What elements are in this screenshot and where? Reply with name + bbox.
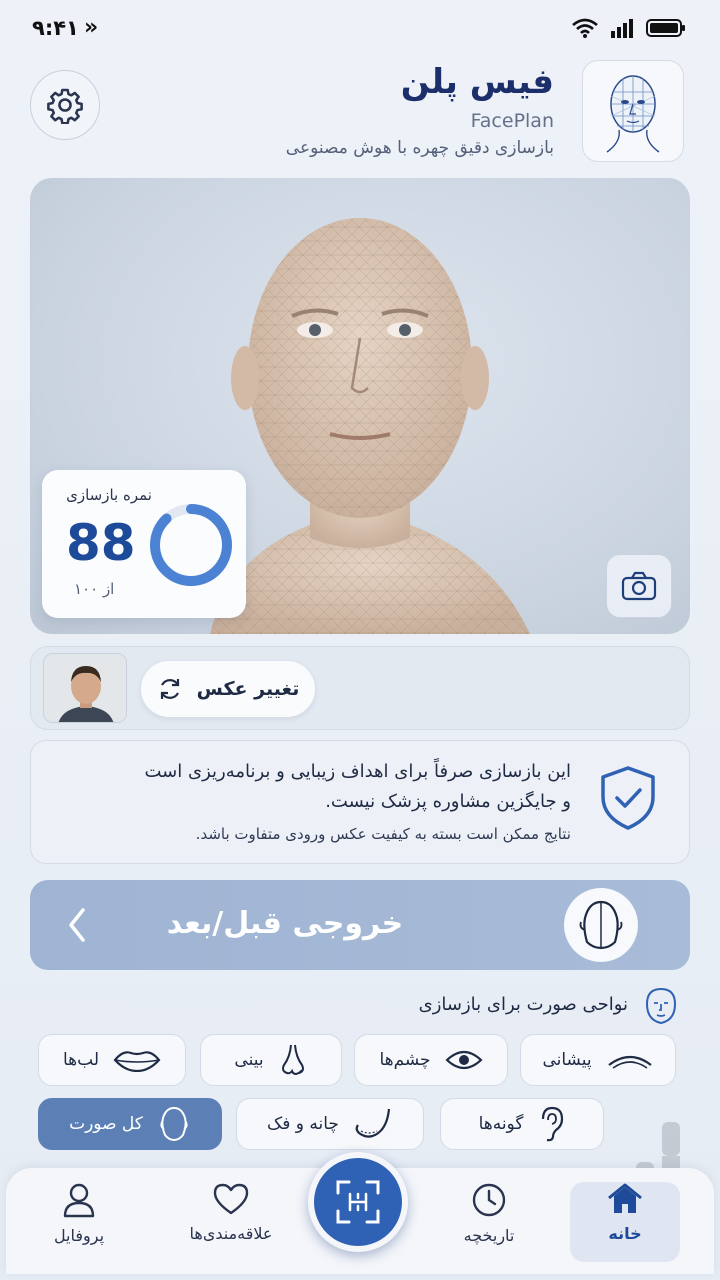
eye-icon	[444, 1050, 483, 1070]
app-title: فیس پلن	[400, 62, 554, 102]
regions-title: نواحی صورت برای بازسازی	[418, 994, 628, 1015]
nav-history-label: تاریخچه	[463, 1226, 515, 1245]
wifi-icon	[572, 18, 598, 38]
settings-button[interactable]	[30, 70, 100, 140]
status-bar: ۹:۴۱ »	[0, 0, 720, 60]
disclaimer-card: این بازسازی صرفاً برای اهداف زیبایی و بر…	[30, 740, 690, 864]
face-mesh-logo-icon	[606, 75, 660, 153]
region-chip-forehead[interactable]: پیشانی	[520, 1034, 676, 1086]
score-out-of: از ۱۰۰	[74, 580, 115, 598]
region-chip-nose[interactable]: بینی	[200, 1034, 342, 1086]
status-time: ۹:۴۱	[32, 16, 79, 40]
status-forward-icon: »	[84, 15, 99, 40]
face-outline-icon	[160, 1106, 188, 1142]
change-photo-button[interactable]: تغییر عکس	[141, 661, 315, 717]
region-chip-full-face[interactable]: کل صورت	[38, 1098, 222, 1150]
disclaimer-line-2: و جایگزین مشاوره پزشک نیست.	[325, 791, 571, 812]
score-card: نمره بازسازی 88 از ۱۰۰	[42, 470, 246, 618]
region-chip-chin-jaw[interactable]: چانه و فک	[236, 1098, 424, 1150]
nav-home-label: خانه	[608, 1224, 642, 1243]
region-chip-label: بینی	[234, 1050, 264, 1070]
face-outline-icon	[645, 987, 677, 1025]
avatar-photo	[44, 654, 126, 722]
shield-check-icon	[601, 766, 655, 830]
nav-profile[interactable]: پروفایل	[24, 1182, 134, 1262]
gear-icon	[47, 88, 83, 124]
uploaded-photo-thumbnail[interactable]	[43, 653, 127, 723]
region-chip-eyes[interactable]: چشم‌ها	[354, 1034, 508, 1086]
disclaimer-line-1: این بازسازی صرفاً برای اهداف زیبایی و بر…	[144, 761, 572, 782]
battery-icon	[646, 19, 685, 37]
nose-icon	[281, 1044, 304, 1076]
nav-home[interactable]: خانه	[570, 1182, 680, 1262]
before-after-label: خروجی قبل/بعد	[166, 906, 404, 941]
ear-icon	[542, 1106, 564, 1142]
head-outline-badge	[564, 888, 638, 962]
region-chip-label: پیشانی	[542, 1050, 592, 1070]
disclaimer-line-3: نتایج ممکن است بسته به کیفیت عکس ورودی م…	[195, 825, 571, 843]
region-chip-label: گونه‌ها	[478, 1114, 524, 1134]
jaw-icon	[355, 1108, 391, 1138]
score-progress-ring	[150, 504, 232, 586]
camera-button[interactable]	[606, 554, 672, 618]
status-icons	[572, 18, 686, 38]
region-chip-lips[interactable]: لب‌ها	[38, 1034, 186, 1086]
region-chip-cheeks[interactable]: گونه‌ها	[440, 1098, 604, 1150]
head-outline-icon	[579, 900, 623, 950]
nav-favorites-label: علاقه‌مندی‌ها	[189, 1224, 273, 1243]
region-chip-label: لب‌ها	[62, 1050, 100, 1070]
heart-icon	[213, 1183, 249, 1215]
user-icon	[63, 1183, 95, 1218]
app-logo	[582, 60, 684, 162]
refresh-icon	[160, 679, 179, 699]
nav-profile-label: پروفایل	[53, 1226, 105, 1245]
camera-icon	[621, 571, 657, 601]
brow-icon	[607, 1055, 652, 1069]
region-chip-label: چشم‌ها	[379, 1050, 431, 1070]
app-screen: ۹:۴۱ » فیس پلن FacePlan بازسازی دقیق چهر…	[0, 0, 720, 1280]
change-photo-label: تغییر عکس	[196, 678, 300, 700]
face-scan-button[interactable]	[308, 1152, 408, 1252]
clock-icon	[472, 1183, 506, 1217]
before-after-button[interactable]: خروجی قبل/بعد	[30, 880, 690, 970]
nav-favorites[interactable]: علاقه‌مندی‌ها	[166, 1182, 296, 1262]
lips-icon	[113, 1051, 161, 1072]
face-scan-icon	[336, 1180, 380, 1224]
home-icon	[608, 1183, 642, 1213]
region-chip-label: چانه و فک	[267, 1114, 339, 1134]
signal-icon	[611, 19, 633, 38]
score-label: نمره بازسازی	[66, 486, 152, 504]
nav-history[interactable]: تاریخچه	[434, 1182, 544, 1262]
score-value: 88	[66, 514, 136, 572]
reconstruction-preview: نمره بازسازی 88 از ۱۰۰	[30, 178, 690, 634]
app-subtitle: بازسازی دقیق چهره با هوش مصنوعی	[285, 138, 554, 158]
photo-strip: تغییر عکس	[30, 646, 690, 730]
app-title-en: FacePlan	[470, 110, 554, 132]
region-chip-label: کل صورت	[69, 1114, 143, 1134]
